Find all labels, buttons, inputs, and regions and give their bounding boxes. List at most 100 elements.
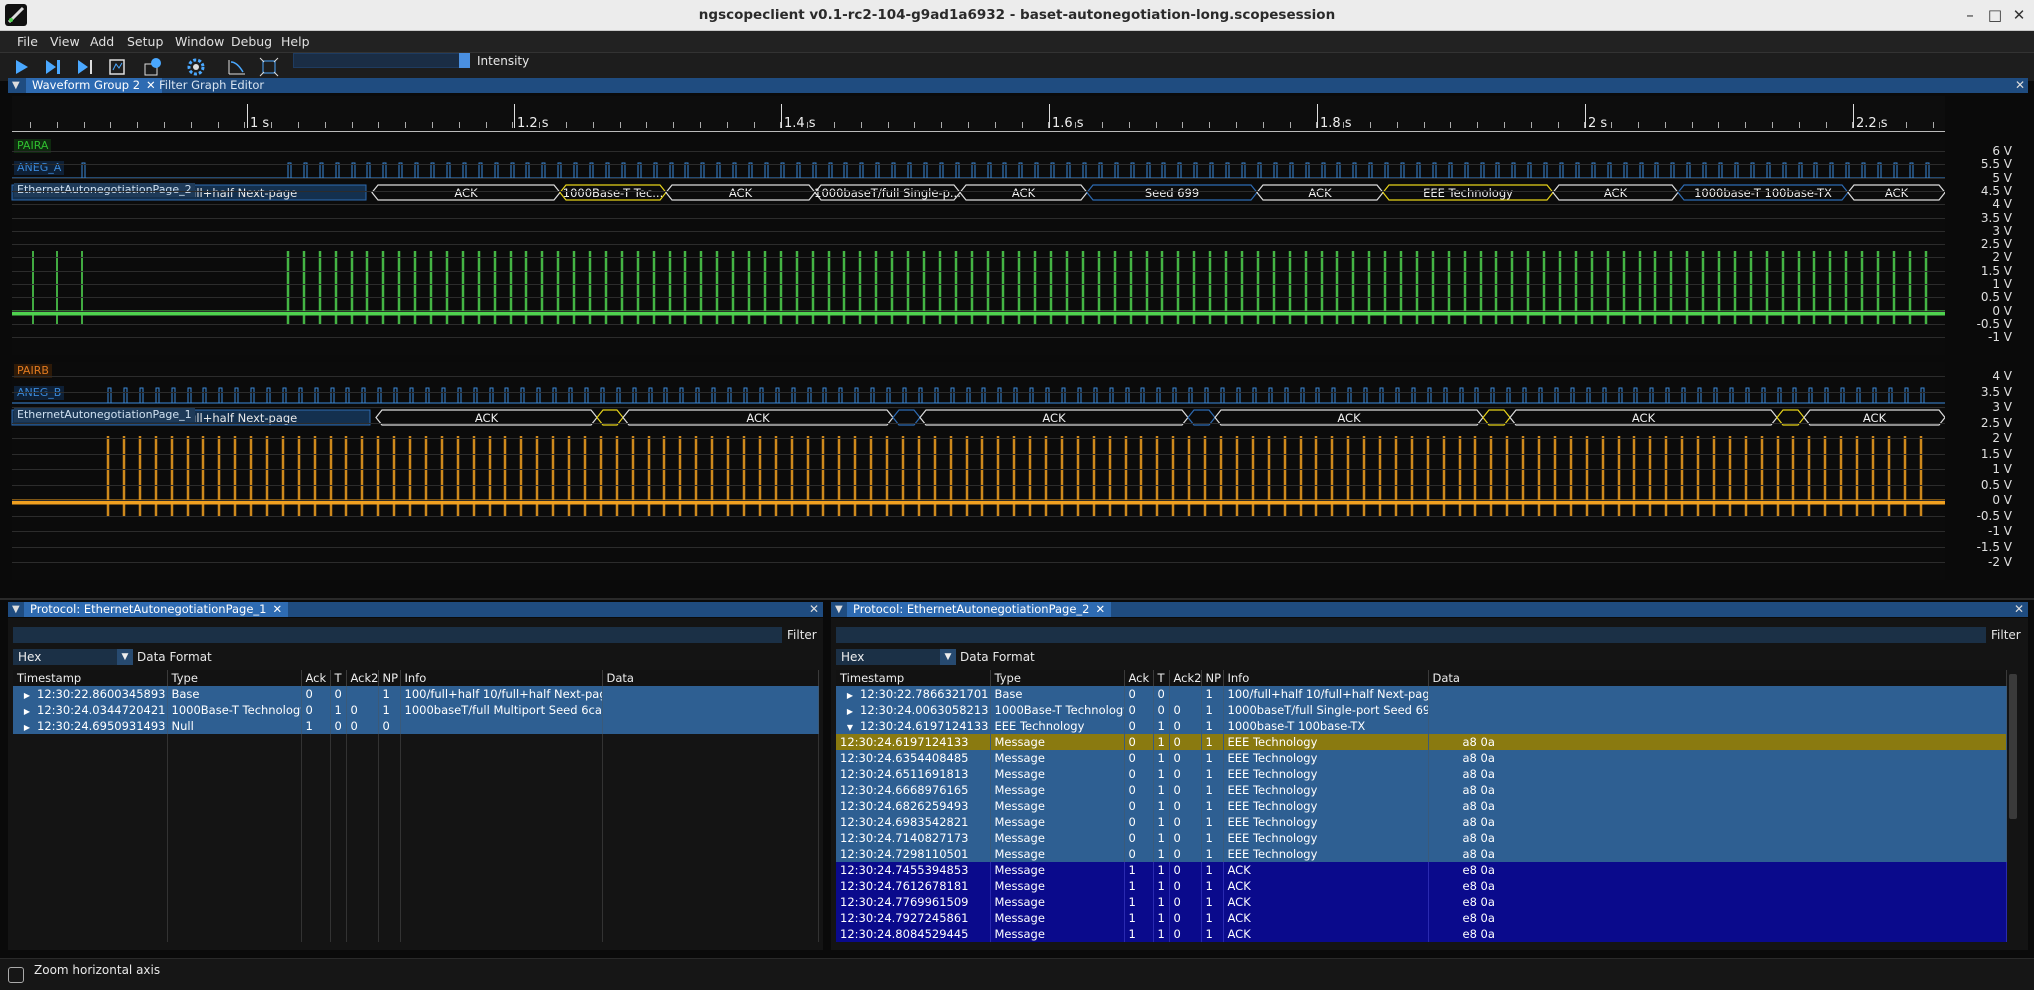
pane-close-icon[interactable]: ✕ [2014, 602, 2024, 617]
column-header[interactable]: Data [602, 670, 819, 686]
table-row[interactable]: 12:30:24.6826259493 Message 0 1 0 1 EEE Techno… [836, 798, 2007, 814]
menu-debug[interactable]: Debug [231, 34, 272, 49]
play-single-icon[interactable] [73, 56, 97, 78]
table-row[interactable]: ▶ 12:30:24.0063058213 1000Base-T Technolog… [836, 702, 2007, 718]
chevron-right-icon[interactable]: ▶ [840, 707, 860, 716]
table-row[interactable]: ▶ 12:30:24.6950931493 Null 1 0 0 0 [13, 718, 819, 734]
table-cell: 1 [1201, 814, 1224, 830]
column-header[interactable]: Ack [301, 670, 331, 686]
right-data-format-select[interactable]: Hex ▼ [836, 649, 956, 665]
table-row[interactable]: 12:30:24.7455394853 Message 1 1 0 1 ACK e8 0a [836, 862, 2007, 878]
timestamp-cell: 12:30:22.8600345893 [37, 687, 166, 701]
column-header[interactable]: Type [167, 670, 302, 686]
table-row[interactable]: 12:30:24.8084529445 Message 1 1 0 1 ACK e8 0a [836, 926, 2007, 942]
left-filter-input[interactable] [13, 627, 782, 643]
empty-cell [346, 894, 379, 910]
empty-cell [13, 862, 168, 878]
close-icon[interactable]: ✕ [2008, 4, 2030, 26]
column-header[interactable]: Type [990, 670, 1125, 686]
digital-pulse [457, 387, 462, 404]
empty-cell [301, 782, 331, 798]
column-header[interactable]: Info [400, 670, 603, 686]
horizontal-splitter[interactable] [0, 598, 2034, 600]
column-header[interactable]: NP [378, 670, 401, 686]
tab-menu-icon[interactable]: ▼ [835, 602, 843, 617]
fullscreen-icon[interactable] [257, 56, 281, 78]
tab-menu-icon[interactable]: ▼ [12, 78, 20, 93]
table-cell: 1 [1201, 926, 1224, 942]
tab-close-icon[interactable]: ✕ [1096, 602, 1106, 616]
table-row[interactable]: ▶ 12:30:24.0344720421 1000Base-T Technolog… [13, 702, 819, 718]
chevron-right-icon[interactable]: ▶ [840, 691, 860, 700]
history-icon[interactable] [141, 56, 165, 78]
settings-icon[interactable] [184, 56, 208, 78]
table-row[interactable]: ▶ 12:30:22.8600345893 Base 0 0 1 100/full+half… [13, 686, 819, 702]
column-header[interactable]: Info [1223, 670, 1429, 686]
digital-pulse [1904, 387, 1909, 404]
column-header[interactable]: Timestamp [13, 670, 168, 686]
column-header[interactable]: NP [1201, 670, 1224, 686]
table-row[interactable]: 12:30:24.6197124133 Message 0 1 0 1 EEE Techno… [836, 734, 2007, 750]
table-row[interactable]: 12:30:24.6668976165 Message 0 1 0 1 EEE Techno… [836, 782, 2007, 798]
table-row[interactable]: 12:30:24.7298110501 Message 0 1 0 1 EEE Techno… [836, 846, 2007, 862]
tab-protocol-page2[interactable]: Protocol: EthernetAutonegotiationPage_2 ✕ [847, 602, 1112, 617]
chevron-right-icon[interactable]: ▶ [17, 707, 37, 716]
maximize-icon[interactable]: □ [1984, 4, 2006, 26]
right-table-scrollbar[interactable] [2009, 674, 2017, 819]
timeline-axis[interactable]: 1 s 1.2 s 1.4 s 1.6 s 1.8 s 2 s 2.2 s [12, 96, 1945, 132]
pane-close-icon[interactable]: ✕ [809, 602, 819, 617]
chevron-down-icon[interactable]: ▼ [940, 649, 956, 665]
digital-pulse [1252, 387, 1257, 404]
stop-icon[interactable] [105, 56, 129, 78]
tab-waveform-group[interactable]: Waveform Group 2 ✕ [26, 78, 162, 93]
digital-pulse [1315, 387, 1320, 404]
right-filter-input[interactable] [836, 627, 1986, 643]
menu-add[interactable]: Add [90, 34, 114, 49]
chevron-down-icon[interactable]: ▼ [117, 649, 133, 665]
protocol-label-b[interactable]: EthernetAutonegotiationPage_1 [14, 408, 195, 422]
panel-close-icon[interactable]: ✕ [2015, 78, 2025, 93]
column-header[interactable]: Timestamp [836, 670, 991, 686]
table-row[interactable]: 12:30:24.6983542821 Message 0 1 0 1 EEE Techno… [836, 814, 2007, 830]
table-row[interactable]: 12:30:24.7612678181 Message 1 1 0 1 ACK e8 0a [836, 878, 2007, 894]
table-row[interactable]: 12:30:24.7769961509 Message 1 1 0 1 ACK e8 0a [836, 894, 2007, 910]
table-row[interactable]: 12:30:24.7140827173 Message 0 1 0 1 EEE Techno… [836, 830, 2007, 846]
intensity-slider[interactable] [293, 53, 463, 68]
chevron-right-icon[interactable]: ▶ [17, 691, 37, 700]
play-step-icon[interactable] [41, 56, 65, 78]
table-row[interactable]: ▼ 12:30:24.6197124133 EEE Technology 0 1 0 1 10… [836, 718, 2007, 734]
tab-filter-graph-editor[interactable]: Filter Graph Editor [153, 78, 270, 93]
chevron-right-icon[interactable]: ▶ [17, 723, 37, 732]
table-row[interactable]: 12:30:24.7927245861 Message 1 1 0 1 ACK e8 0a [836, 910, 2007, 926]
table-row[interactable]: 12:30:24.6511691813 Message 0 1 0 1 EEE Techno… [836, 766, 2007, 782]
column-header[interactable]: T [1153, 670, 1170, 686]
table-cell: 1 [1201, 878, 1224, 894]
column-header[interactable]: T [330, 670, 347, 686]
menu-window[interactable]: Window [175, 34, 224, 49]
intensity-slider-handle[interactable] [459, 53, 470, 68]
chevron-down-icon[interactable]: ▼ [840, 723, 860, 732]
column-header[interactable]: Ack2 [1169, 670, 1202, 686]
play-icon[interactable] [9, 56, 33, 78]
empty-cell [400, 766, 603, 782]
left-data-format-select[interactable]: Hex ▼ [13, 649, 133, 665]
table-row[interactable]: ▶ 12:30:22.7866321701 Base 0 0 1 100/full+half… [836, 686, 2007, 702]
menu-help[interactable]: Help [281, 34, 310, 49]
timeline-minor-tick [1263, 122, 1264, 128]
filter-icon[interactable] [225, 56, 249, 78]
table-cell: 1 [1201, 862, 1224, 878]
minimize-icon[interactable]: – [1959, 4, 1981, 26]
tab-protocol-page1[interactable]: Protocol: EthernetAutonegotiationPage_1 ✕ [24, 602, 289, 617]
column-header[interactable]: Data [1428, 670, 2007, 686]
table-cell: 0 [1124, 718, 1154, 734]
menu-file[interactable]: File [17, 34, 38, 49]
tab-menu-icon[interactable]: ▼ [12, 602, 20, 617]
tab-close-icon[interactable]: ✕ [273, 602, 283, 616]
column-header[interactable]: Ack2 [346, 670, 379, 686]
column-header[interactable]: Ack [1124, 670, 1154, 686]
menu-setup[interactable]: Setup [127, 34, 163, 49]
digital-pulse [1856, 387, 1861, 404]
table-row[interactable]: 12:30:24.6354408485 Message 0 1 0 1 EEE Techno… [836, 750, 2007, 766]
menu-view[interactable]: View [50, 34, 80, 49]
gridline-b [12, 531, 1945, 532]
